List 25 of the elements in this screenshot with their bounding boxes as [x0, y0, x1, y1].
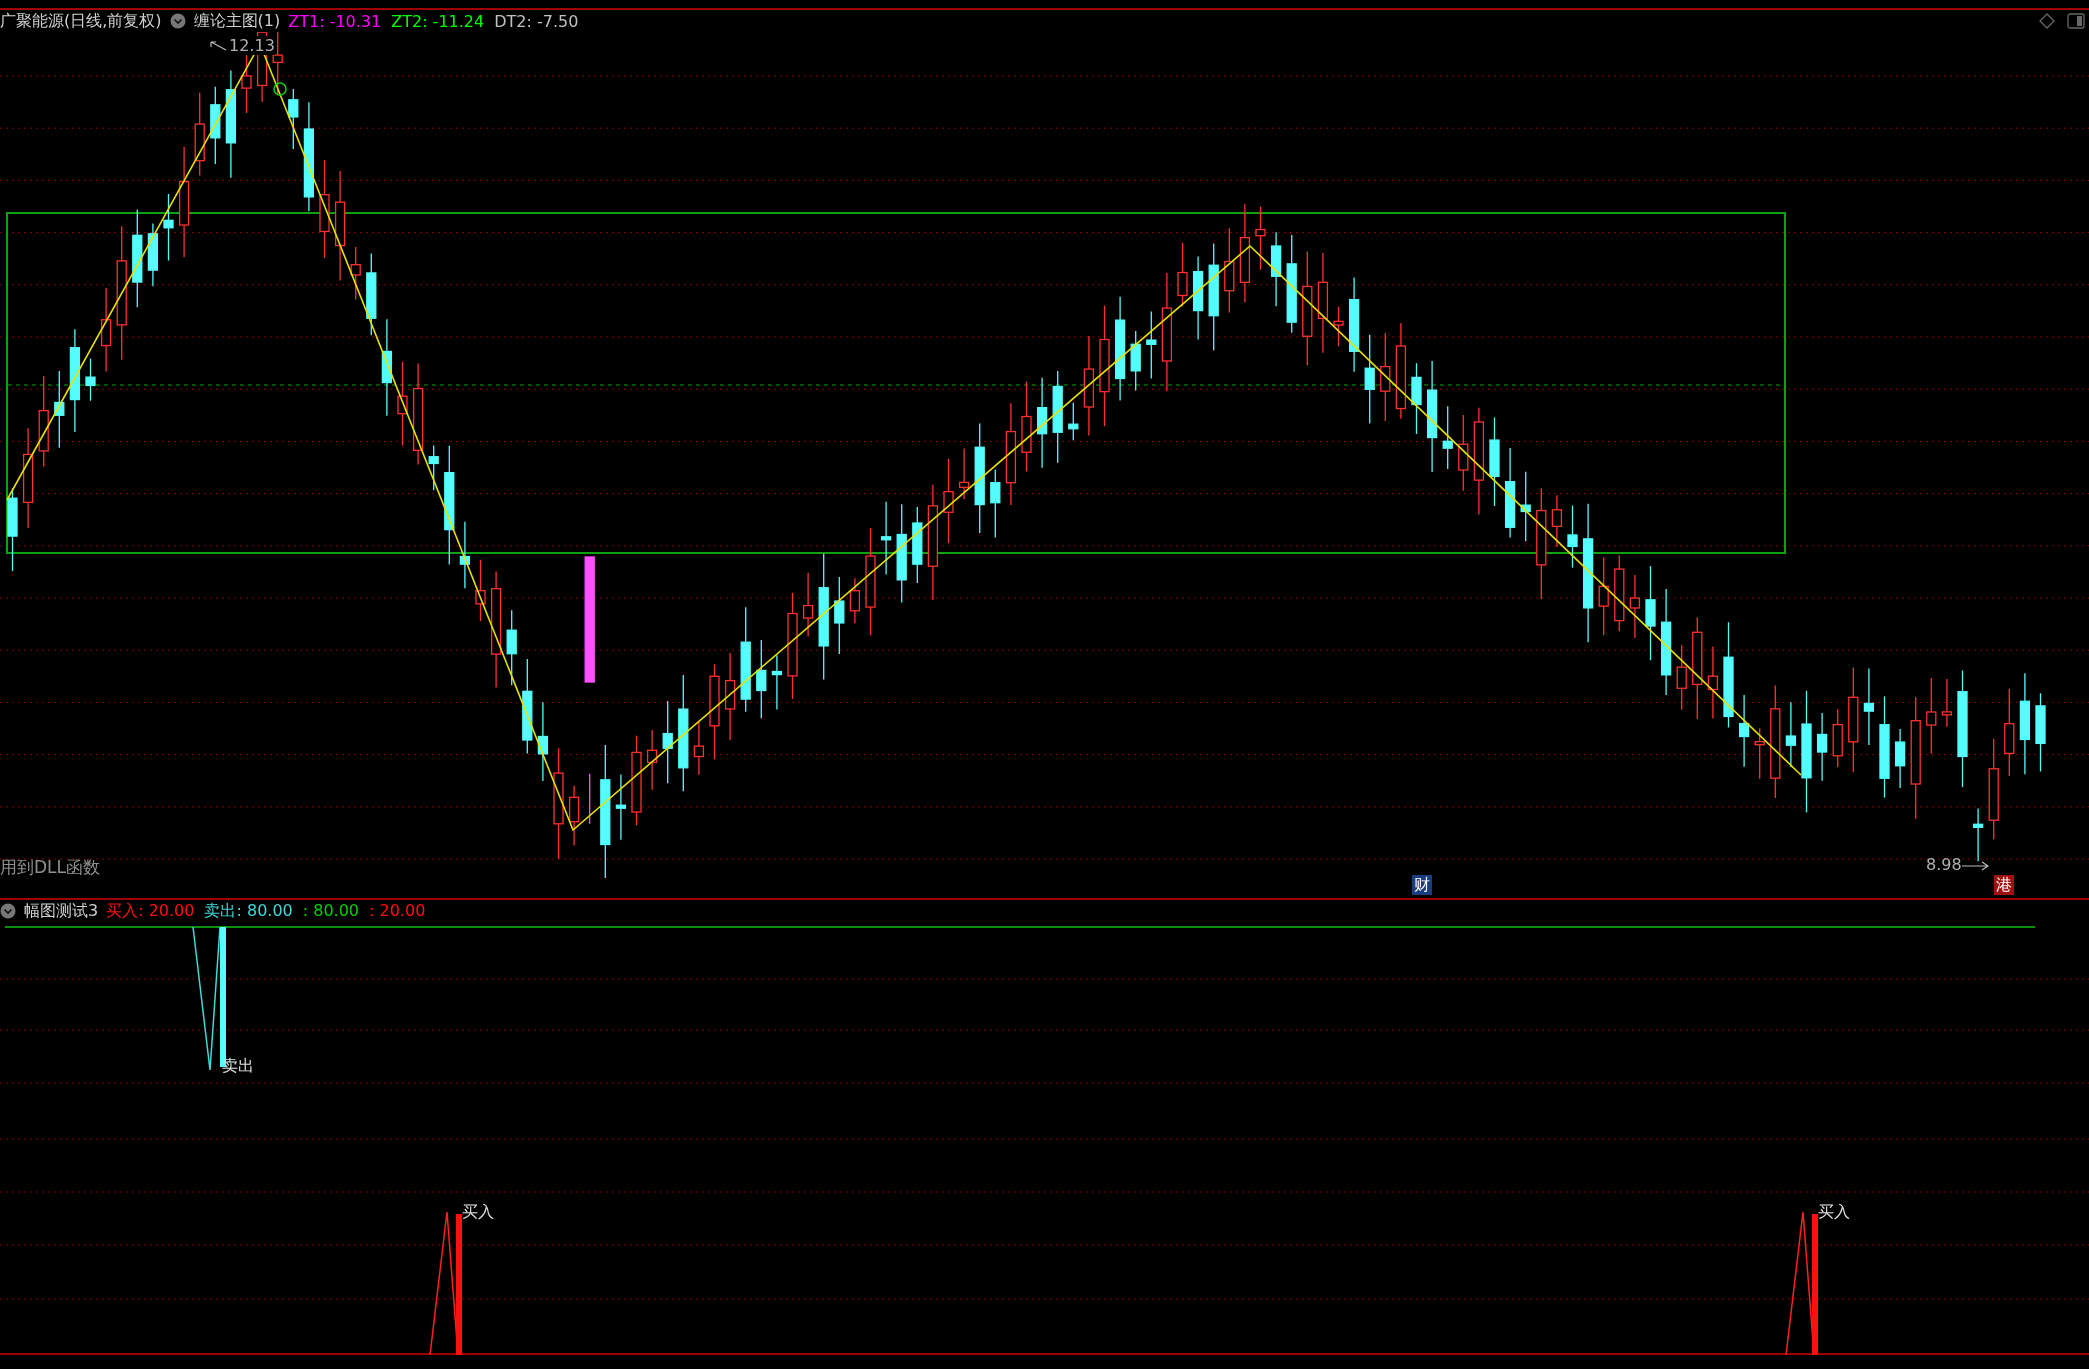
indicator-name[interactable]: 幅图测试3: [24, 900, 99, 922]
arrow-icon: [210, 41, 227, 51]
indicator-value: : 20.00: [369, 900, 426, 922]
indicator-value: ZT1: -10.31: [288, 11, 382, 31]
diamond-icon[interactable]: [2039, 13, 2055, 29]
note-text: 用到DLL函数: [0, 856, 101, 879]
security-title: 广聚能源(日线,前复权): [0, 10, 162, 32]
signal-label: 买入: [1818, 1202, 1850, 1223]
event-marker: 财: [1412, 875, 1432, 895]
circle-marker: [273, 82, 287, 96]
panel-toggle-icon[interactable]: [2067, 13, 2085, 29]
indicator-name[interactable]: 缠论主图(1): [193, 10, 281, 32]
price-label: 8.98: [1926, 855, 1962, 874]
signal-label: 卖出: [222, 1056, 254, 1077]
indicator-value: : 80.00: [302, 900, 360, 922]
dropdown-icon[interactable]: [0, 903, 16, 919]
indicator-value: 卖出: 80.00: [204, 900, 293, 922]
indicator-value: DT2: -7.50: [494, 11, 579, 31]
arrow-icon: [1961, 861, 1990, 871]
price-label: 12.13: [229, 36, 275, 55]
dropdown-icon[interactable]: [169, 13, 186, 29]
event-marker: 港: [1994, 875, 2014, 895]
indicator-value: ZT2: -11.24: [391, 11, 485, 31]
indicator-value: 买入: 20.00: [106, 900, 195, 922]
signal-label: 买入: [462, 1202, 494, 1223]
